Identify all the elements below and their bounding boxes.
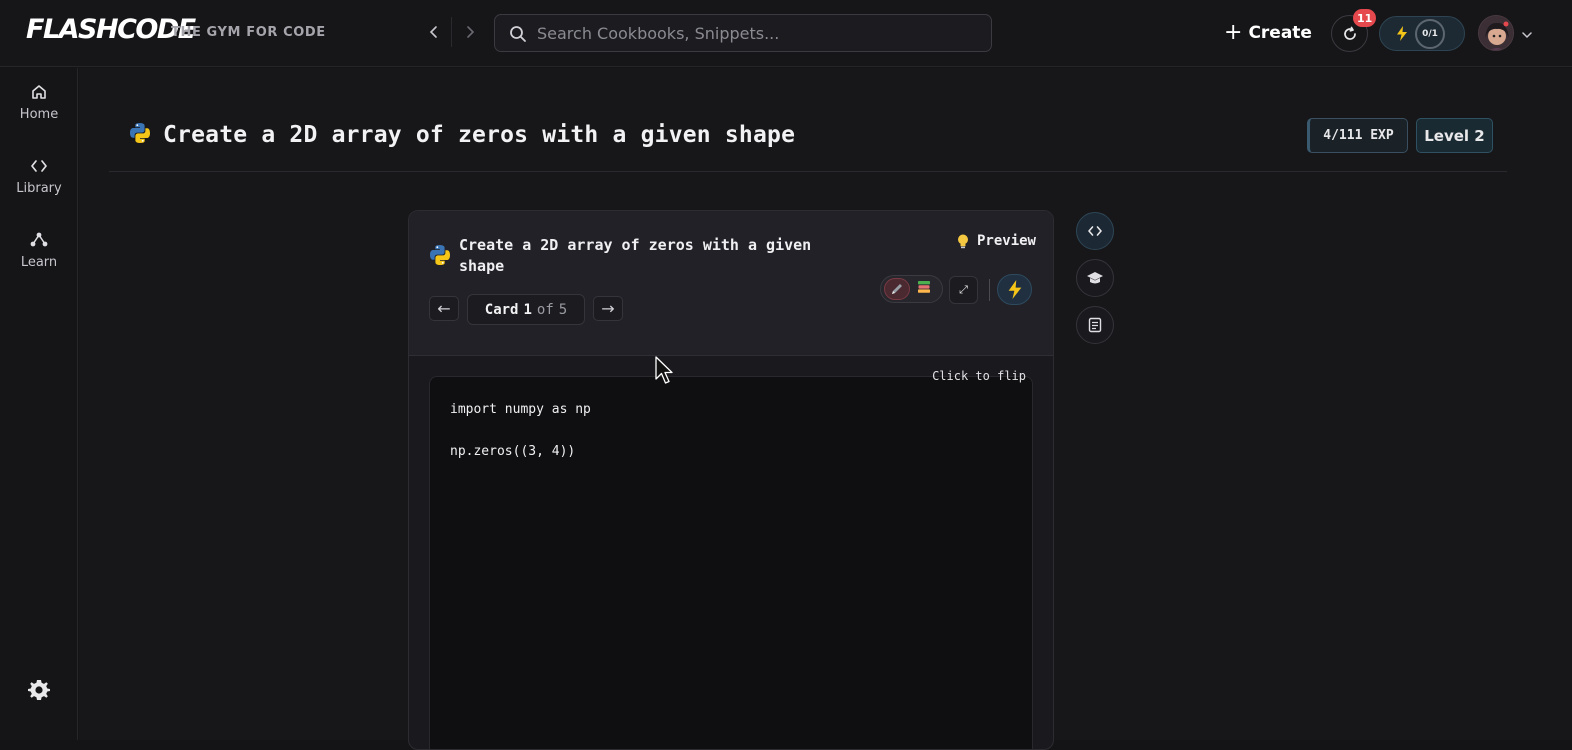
create-label: Create	[1248, 23, 1312, 43]
python-icon	[129, 122, 151, 148]
gear-icon[interactable]	[27, 678, 51, 706]
flashcard-header: Create a 2D array of zeros with a given …	[409, 211, 1053, 356]
main-content: Create a 2D array of zeros with a given …	[79, 68, 1572, 750]
plus-icon: +	[1224, 19, 1243, 45]
avatar[interactable]	[1478, 15, 1514, 51]
tagline: THE GYM FOR CODE	[171, 25, 326, 40]
notes-icon	[1088, 317, 1102, 333]
learn-view-button[interactable]	[1076, 259, 1114, 297]
code-snippet: import numpy as np np.zeros((3, 4))	[450, 402, 591, 459]
chevron-down-icon[interactable]	[1521, 26, 1533, 45]
level-badge: Level 2	[1416, 118, 1493, 153]
graduation-cap-icon	[1087, 272, 1103, 284]
sidebar-item-library[interactable]: Library	[0, 157, 78, 196]
quick-practice-button[interactable]	[997, 274, 1032, 305]
sidebar-item-home[interactable]: Home	[0, 83, 78, 122]
mouse-cursor-icon	[655, 356, 673, 390]
expand-button[interactable]: ⤢	[949, 276, 978, 304]
exp-badge: 4/111 EXP	[1307, 118, 1408, 153]
refresh-icon	[1343, 26, 1356, 40]
next-card-button[interactable]: →	[593, 296, 623, 321]
previous-card-button[interactable]: ←	[429, 296, 459, 321]
lightning-icon	[1008, 280, 1021, 299]
code-panel[interactable]: Click to flip import numpy as np np.zero…	[429, 369, 1033, 749]
mode-toggle[interactable]	[880, 275, 943, 303]
page-title: Create a 2D array of zeros with a given …	[163, 122, 796, 148]
pager-total: 5	[558, 301, 568, 318]
code-view-button[interactable]	[1076, 212, 1114, 250]
sidebar-item-label: Learn	[20, 255, 58, 270]
chevron-left-icon	[429, 26, 437, 38]
preview-button[interactable]: Preview	[957, 233, 1036, 249]
flashcard-title: Create a 2D array of zeros with a given …	[459, 236, 812, 275]
books-icon[interactable]	[916, 279, 932, 299]
search-icon	[509, 25, 527, 47]
nav-divider	[451, 17, 452, 47]
page-header: Create a 2D array of zeros with a given …	[129, 122, 795, 148]
toolbar-divider	[989, 279, 990, 301]
forward-button[interactable]	[458, 20, 482, 44]
home-icon	[0, 83, 78, 101]
search-input[interactable]	[537, 15, 977, 51]
flip-hint[interactable]: Click to flip	[932, 369, 1026, 383]
preview-label: Preview	[976, 233, 1036, 249]
pager-current: 1	[523, 301, 532, 318]
card-pager: Card 1 of 5	[467, 294, 585, 325]
expand-icon: ⤢	[959, 283, 968, 296]
notes-view-button[interactable]	[1076, 306, 1114, 344]
arrow-left-icon: ←	[437, 299, 451, 318]
streak-button[interactable]: 0/1	[1379, 16, 1465, 51]
flashcard: Create a 2D array of zeros with a given …	[408, 210, 1054, 750]
lightning-icon	[1397, 26, 1407, 41]
pager-prefix: Card	[484, 301, 519, 318]
arrow-right-icon: →	[601, 299, 615, 318]
pencil-icon[interactable]	[884, 278, 910, 300]
search-bar[interactable]	[494, 14, 992, 52]
sidebar-item-learn[interactable]: Learn	[0, 231, 78, 270]
sidebar-item-label: Home	[19, 107, 59, 122]
learn-icon	[0, 231, 78, 249]
notification-badge: 11	[1353, 9, 1377, 27]
pager-of: of	[536, 301, 554, 318]
sidebar-item-label: Library	[16, 181, 62, 196]
code-icon	[0, 157, 78, 175]
python-icon	[429, 244, 451, 277]
chevron-right-icon	[467, 26, 475, 38]
top-bar: FLASHCODE THE GYM FOR CODE + Create 11 0…	[0, 0, 1572, 67]
code-icon	[1088, 226, 1102, 236]
header-divider	[109, 171, 1507, 172]
flashcard-title-row: Create a 2D array of zeros with a given …	[429, 235, 859, 277]
lightbulb-icon	[957, 234, 968, 248]
app-logo[interactable]: FLASHCODE	[26, 14, 196, 45]
create-button[interactable]: + Create	[1224, 20, 1312, 46]
back-button[interactable]	[422, 20, 446, 44]
streak-progress: 0/1	[1415, 18, 1445, 49]
sidebar: Home Library Learn	[0, 68, 78, 740]
